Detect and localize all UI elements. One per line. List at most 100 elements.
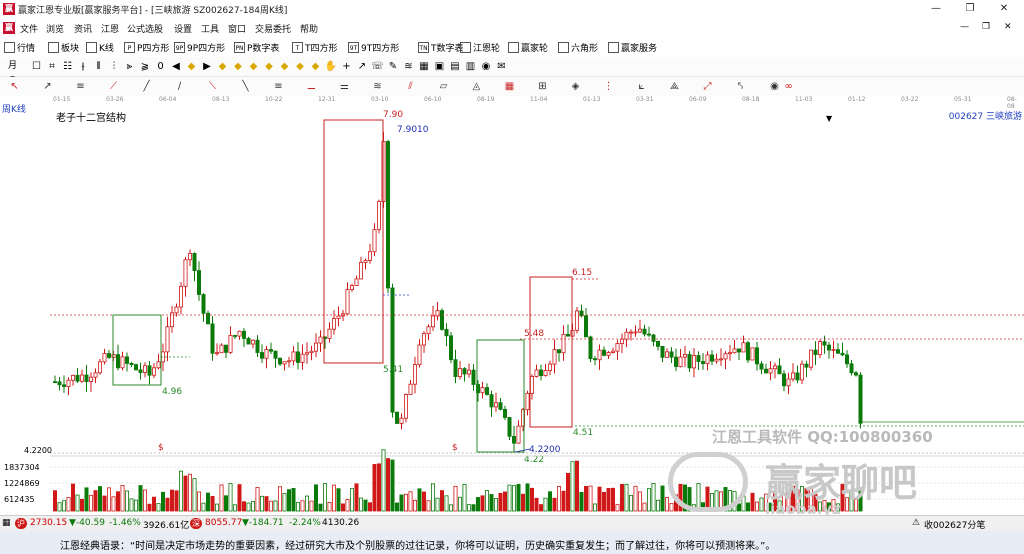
- menu-trade[interactable]: 交易委托: [255, 22, 291, 35]
- tool-4-icon[interactable]: ⫴: [92, 60, 105, 73]
- draw-tool-10-icon[interactable]: ⚌: [338, 80, 351, 93]
- tool-9-icon[interactable]: ◀: [170, 60, 183, 73]
- period-select[interactable]: 月▾: [6, 60, 19, 84]
- menu-tools[interactable]: 工具: [201, 22, 219, 35]
- draw-tool-19-icon[interactable]: ⟀: [635, 80, 648, 93]
- draw-tool-11-icon[interactable]: ≋: [371, 80, 384, 93]
- mdi-minimize-button[interactable]: —: [960, 22, 969, 32]
- quickbar-9-button[interactable]: 江恩轮: [460, 41, 500, 54]
- tool-11-icon[interactable]: ▶: [201, 60, 214, 73]
- quickbar-12-button[interactable]: 赢家服务: [608, 41, 657, 54]
- shenzhen-icon[interactable]: 深: [190, 518, 202, 529]
- menu-file[interactable]: 文件: [20, 22, 38, 35]
- quickbar-10-button[interactable]: 赢家轮: [508, 41, 548, 54]
- tool-5-icon[interactable]: ⫶: [108, 60, 121, 73]
- tool-8-icon[interactable]: 0: [154, 60, 167, 73]
- volume-bar: [75, 494, 80, 512]
- maximize-button[interactable]: ❐: [954, 0, 986, 17]
- menu-window[interactable]: 窗口: [228, 22, 246, 35]
- tool-1-icon[interactable]: ⌗: [46, 60, 59, 73]
- tool-3-icon[interactable]: ⫲: [77, 60, 90, 73]
- draw-tool-8-icon[interactable]: ≡: [272, 80, 285, 93]
- draw-tool-23-icon[interactable]: ◉: [768, 80, 781, 93]
- tool-13-icon[interactable]: ◆: [232, 60, 245, 73]
- tool-22-icon[interactable]: ☏: [371, 60, 384, 73]
- tool-29-icon[interactable]: ◉: [480, 60, 493, 73]
- draw-tool-3-icon[interactable]: ⟋: [107, 80, 120, 93]
- draw-tool-0-icon[interactable]: ↖: [8, 80, 21, 93]
- quickbar-5-button[interactable]: PN P数字表: [234, 41, 279, 54]
- draw-tool-18-icon[interactable]: ⋮: [602, 80, 615, 93]
- quickbar-2-button[interactable]: K线: [86, 41, 114, 54]
- candle-body: [480, 387, 485, 394]
- menu-help[interactable]: 帮助: [300, 22, 318, 35]
- mdi-restore-button[interactable]: ❐: [982, 22, 990, 32]
- tool-18-icon[interactable]: ◆: [309, 60, 322, 73]
- shanghai-icon[interactable]: 沪: [15, 518, 27, 529]
- draw-tool-14-icon[interactable]: ◬: [470, 80, 483, 93]
- candle-body: [71, 374, 76, 381]
- menu-gann[interactable]: 江恩: [101, 22, 119, 35]
- draw-tool-16-icon[interactable]: ⊞: [536, 80, 549, 93]
- tool-19-icon[interactable]: ✋: [325, 60, 338, 73]
- draw-tool-20-icon[interactable]: ⟁: [668, 80, 681, 93]
- quickbar-3-button[interactable]: P P四方形: [124, 41, 169, 54]
- tool-16-icon[interactable]: ◆: [278, 60, 291, 73]
- tool-15-icon[interactable]: ◆: [263, 60, 276, 73]
- quickbar-7-button[interactable]: 9T 9T四方形: [348, 41, 399, 54]
- close-button[interactable]: ✕: [988, 0, 1020, 17]
- draw-tool-1-icon[interactable]: ↗: [41, 80, 54, 93]
- volume-bar: [71, 483, 76, 512]
- period-label[interactable]: 周K线: [2, 102, 26, 115]
- tool-25-icon[interactable]: ▦: [418, 60, 431, 73]
- mdi-close-button[interactable]: ✕: [1004, 22, 1012, 32]
- quickbar-1-button[interactable]: 板块: [48, 41, 79, 54]
- tool-26-icon[interactable]: ▣: [433, 60, 446, 73]
- menu-news[interactable]: 资讯: [74, 22, 92, 35]
- draw-tool-22-icon[interactable]: ⤣: [734, 80, 747, 93]
- quickbar-0-button[interactable]: 行情: [4, 41, 35, 54]
- menu-settings[interactable]: 设置: [174, 22, 192, 35]
- dropdown-arrow-icon[interactable]: ▼: [826, 114, 832, 123]
- draw-tool-6-icon[interactable]: ⟍: [206, 80, 219, 93]
- quickbar-11-button[interactable]: 六角形: [558, 41, 598, 54]
- market-grid-icon[interactable]: ▦: [2, 518, 11, 528]
- tool-21-icon[interactable]: ↗: [356, 60, 369, 73]
- tool-2-icon[interactable]: ☷: [61, 60, 74, 73]
- tool-17-icon[interactable]: ◆: [294, 60, 307, 73]
- tool-20-icon[interactable]: +: [340, 60, 353, 73]
- draw-tool-7-icon[interactable]: ╲: [239, 80, 252, 93]
- date-tick-label: 03-22: [901, 96, 919, 103]
- tool-24-icon[interactable]: ≋: [402, 60, 415, 73]
- tick-detail-label[interactable]: 收002627分笔: [924, 518, 985, 531]
- tool-10-icon[interactable]: ◆: [185, 60, 198, 73]
- menu-app-icon[interactable]: 赢: [3, 22, 15, 34]
- draw-tool-15-icon[interactable]: ▦: [503, 80, 516, 93]
- tool-30-icon[interactable]: ✉: [495, 60, 508, 73]
- menu-browse[interactable]: 浏览: [46, 22, 64, 35]
- alert-icon[interactable]: ⚠: [912, 518, 920, 528]
- draw-tool-24-icon[interactable]: ∞: [782, 80, 795, 93]
- tool-28-icon[interactable]: ▥: [464, 60, 477, 73]
- quickbar-8-button[interactable]: TN T数字表: [418, 41, 464, 54]
- tool-7-icon[interactable]: ⫺: [139, 60, 152, 73]
- draw-tool-5-icon[interactable]: ∕: [173, 80, 186, 93]
- draw-tool-13-icon[interactable]: ▱: [437, 80, 450, 93]
- draw-tool-12-icon[interactable]: ⫽: [404, 80, 417, 93]
- candle-body: [647, 333, 652, 336]
- tool-6-icon[interactable]: ⫸: [123, 60, 136, 73]
- menu-formula[interactable]: 公式选股: [127, 22, 163, 35]
- tool-12-icon[interactable]: ◆: [216, 60, 229, 73]
- draw-tool-21-icon[interactable]: ⤢: [701, 80, 714, 93]
- minimize-button[interactable]: —: [920, 0, 952, 17]
- tool-0-icon[interactable]: ☐: [30, 60, 43, 73]
- quickbar-6-button[interactable]: T T四方形: [292, 41, 338, 54]
- quickbar-4-button[interactable]: 9P 9P四方形: [174, 41, 225, 54]
- tool-23-icon[interactable]: ✎: [387, 60, 400, 73]
- draw-tool-17-icon[interactable]: ◈: [569, 80, 582, 93]
- tool-14-icon[interactable]: ◆: [247, 60, 260, 73]
- draw-tool-9-icon[interactable]: ⚊: [305, 80, 318, 93]
- tool-27-icon[interactable]: ▤: [449, 60, 462, 73]
- draw-tool-4-icon[interactable]: ╱: [140, 80, 153, 93]
- draw-tool-2-icon[interactable]: ≡: [74, 80, 87, 93]
